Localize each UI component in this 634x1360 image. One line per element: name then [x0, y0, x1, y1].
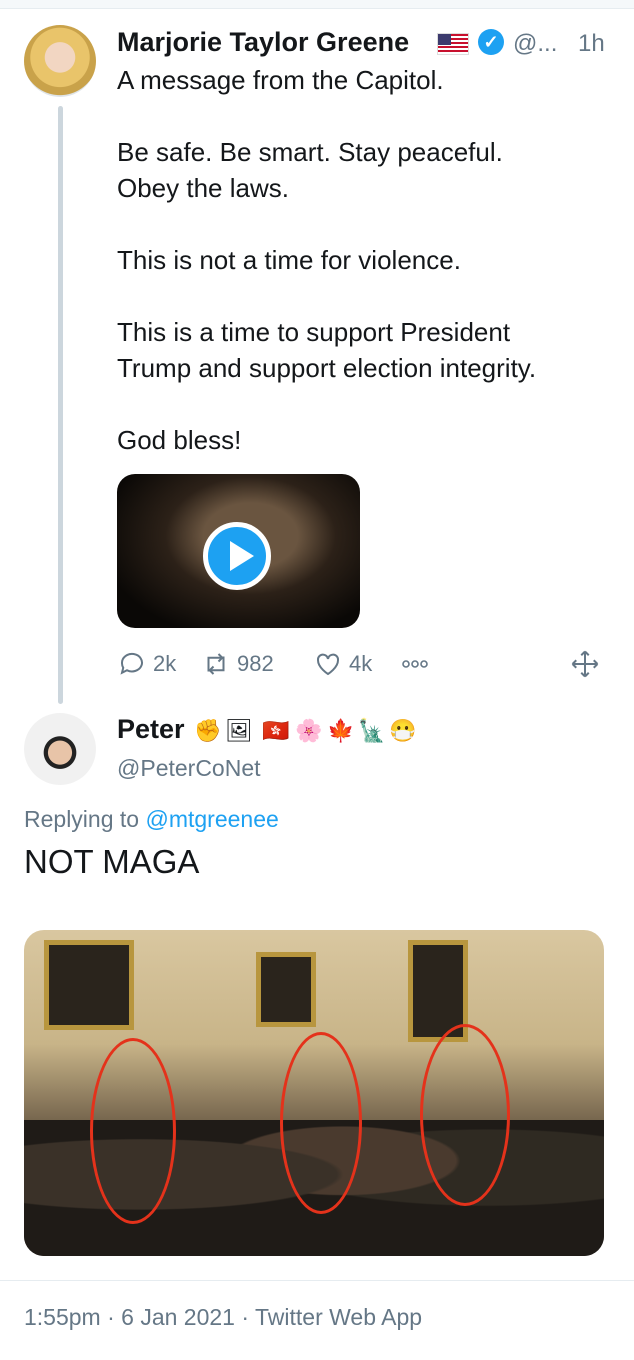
retweet-icon: [207, 653, 225, 675]
attached-photo[interactable]: [24, 930, 604, 1256]
verified-badge-icon: ✓: [478, 29, 504, 55]
replying-label: Replying to: [24, 806, 140, 832]
tweet-text-line: Obey the laws.: [117, 173, 289, 203]
tweet-text-line: Be safe. Be smart. Stay peaceful.: [117, 137, 503, 167]
replying-handle-link[interactable]: @mtgreenee: [145, 806, 278, 832]
emoji-mask-face-icon: 😷: [389, 718, 417, 743]
emoji-hk-flag-icon: 🇭🇰: [262, 718, 290, 743]
tweet-timestamp[interactable]: 1h: [578, 30, 605, 58]
expand-button[interactable]: [570, 648, 606, 680]
like-count: 4k: [349, 651, 373, 676]
emoji-fist-icon: ✊: [194, 718, 222, 743]
reply-action[interactable]: 2k: [117, 648, 176, 680]
emoji-maple-leaf-icon: 🍁: [327, 718, 355, 743]
author-name[interactable]: Marjorie Taylor Greene: [117, 27, 409, 58]
red-circle-annotation: [90, 1038, 176, 1224]
more-icon: [402, 660, 428, 668]
emoji-statue-of-liberty-icon: 🗽: [358, 718, 386, 743]
move-arrows-icon: [571, 650, 599, 678]
play-button[interactable]: [203, 522, 271, 590]
us-flag-icon: [437, 33, 469, 55]
like-action[interactable]: 4k: [313, 648, 372, 680]
tweet-text-line: Trump and support election integrity.: [117, 353, 537, 383]
reply-text: NOT MAGA: [24, 843, 200, 880]
reply-author-handle[interactable]: @PeterCoNet: [117, 755, 261, 782]
tweet-text-line: God bless!: [117, 425, 242, 455]
reply-icon: [120, 652, 143, 675]
red-circle-annotation: [420, 1024, 510, 1206]
top-divider: [0, 0, 634, 9]
retweet-count: 982: [237, 651, 274, 676]
painting-center: [256, 952, 316, 1027]
author-handle[interactable]: @...: [513, 30, 557, 58]
tweet-text-line: A message from the Capitol.: [117, 65, 444, 95]
emoji-blossom-icon: 🌸: [295, 718, 323, 743]
heart-icon: [316, 653, 340, 676]
avatar[interactable]: [24, 713, 96, 785]
emoji-broken-image-icon: 🖼: [225, 718, 253, 743]
avatar[interactable]: [24, 25, 96, 97]
video-thumbnail[interactable]: [117, 474, 360, 628]
thread-connector: [58, 106, 63, 704]
painting-left: [44, 940, 134, 1030]
reply-count: 2k: [153, 651, 177, 676]
retweet-action[interactable]: 982: [201, 648, 274, 680]
more-options-button[interactable]: [400, 648, 436, 680]
replying-to: Replying to @mtgreenee: [24, 806, 279, 833]
red-circle-annotation: [280, 1032, 362, 1214]
tweet-metadata[interactable]: 1:55pm · 6 Jan 2021 · Twitter Web App: [24, 1304, 422, 1331]
tweet-text-line: This is a time to support President: [117, 317, 511, 347]
reply-author-name[interactable]: Peter: [117, 714, 185, 745]
footer-divider: [0, 1280, 634, 1281]
tweet-text-line: This is not a time for violence.: [117, 245, 461, 275]
